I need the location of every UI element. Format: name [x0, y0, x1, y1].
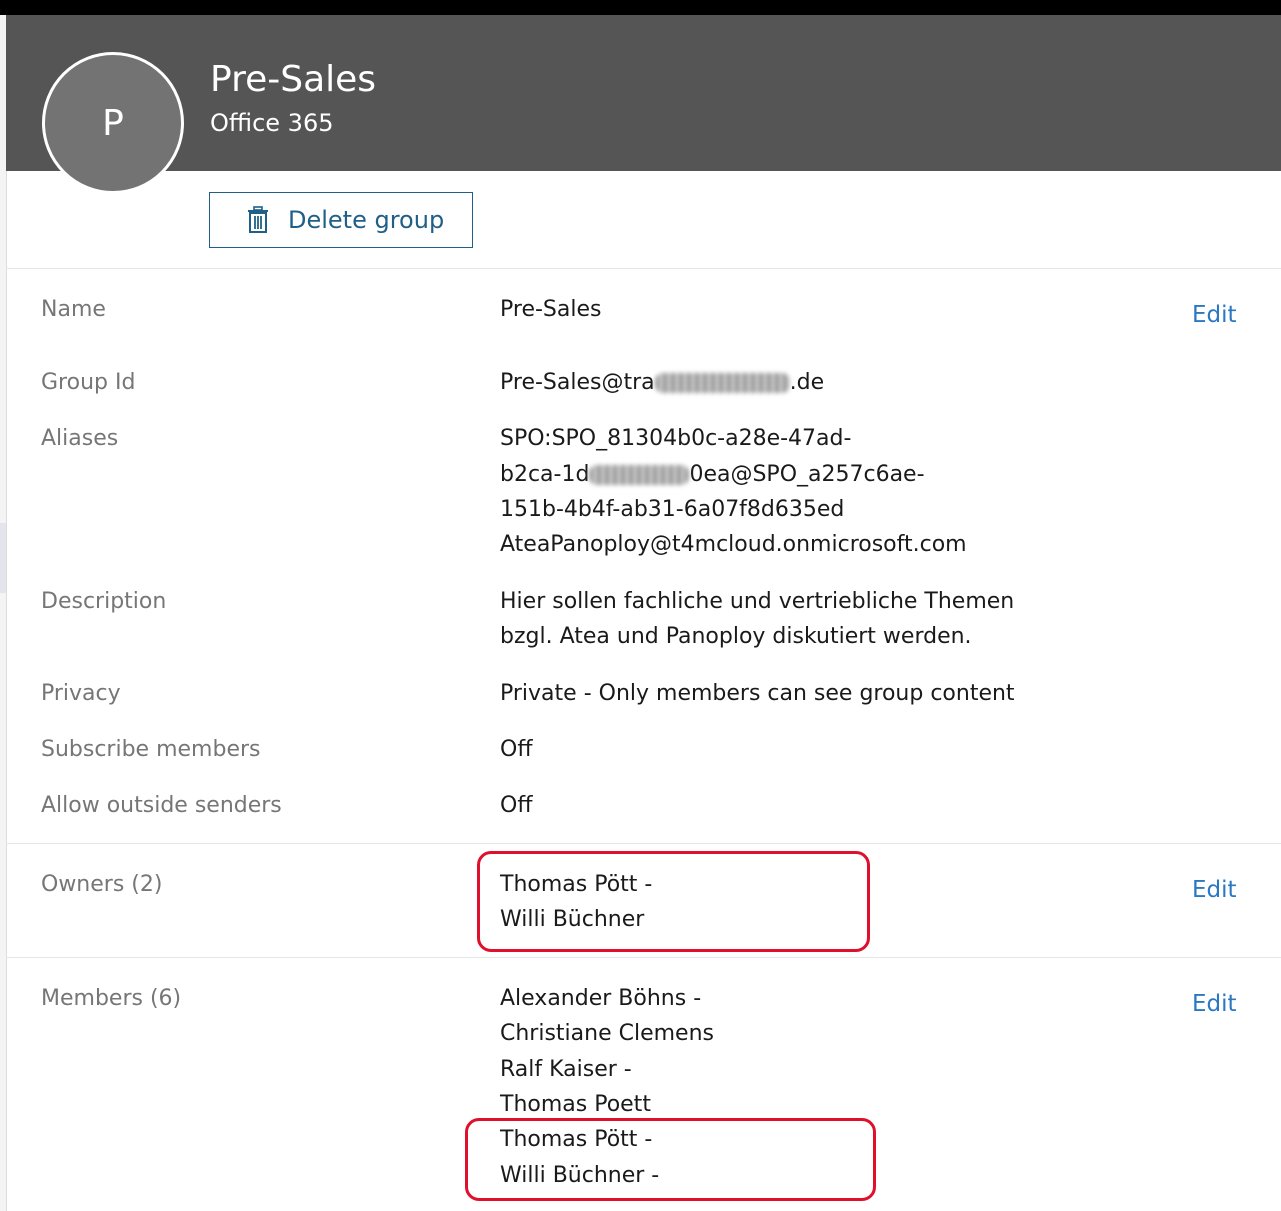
outside-senders-label: Allow outside senders	[41, 793, 282, 818]
member-item: Christiane Clemens	[500, 1021, 714, 1046]
edit-owners-link[interactable]: Edit	[1192, 874, 1237, 906]
redacted-blur	[654, 373, 790, 393]
left-pane-edge	[0, 15, 7, 1211]
aliases-line-2-prefix: b2ca-1d	[500, 462, 590, 487]
edit-members-link[interactable]: Edit	[1192, 988, 1237, 1020]
subscribe-members-label: Subscribe members	[41, 737, 261, 762]
divider-top	[6, 268, 1281, 269]
aliases-line-1: SPO:SPO_81304b0c-a28e-47ad-	[500, 426, 852, 451]
window-top-bar	[0, 0, 1281, 15]
group-type: Office 365	[210, 109, 334, 137]
outside-senders-value: Off	[500, 793, 533, 818]
member-item: Thomas Pött -	[500, 1127, 653, 1152]
owner-item: Thomas Pött -	[500, 872, 653, 897]
aliases-line-4: AteaPanoploy@t4mcloud.onmicrosoft.com	[500, 532, 967, 557]
group-title: Pre-Sales	[210, 59, 377, 100]
owner-item: Willi Büchner	[500, 907, 645, 932]
description-line-1: Hier sollen fachliche und vertriebliche …	[500, 589, 1015, 614]
aliases-label: Aliases	[41, 426, 119, 451]
groupid-label: Group Id	[41, 370, 136, 395]
left-pane-selection	[0, 523, 6, 593]
name-label: Name	[41, 297, 106, 322]
groupid-value: Pre-Sales@tra .de	[500, 365, 824, 400]
delete-group-label: Delete group	[288, 206, 445, 234]
privacy-value: Private - Only members can see group con…	[500, 681, 1015, 706]
description-label: Description	[41, 589, 167, 614]
member-item: Willi Büchner -	[500, 1163, 660, 1188]
edit-name-link[interactable]: Edit	[1192, 299, 1237, 331]
member-item: Alexander Böhns -	[500, 986, 702, 1011]
name-value: Pre-Sales	[500, 297, 602, 322]
groupid-prefix: Pre-Sales@tra	[500, 370, 655, 395]
redacted-blur	[589, 465, 690, 485]
avatar-initial: P	[102, 102, 124, 144]
trash-icon	[248, 206, 268, 233]
group-avatar: P	[42, 52, 184, 194]
divider-owners	[6, 843, 1281, 844]
subscribe-members-value: Off	[500, 737, 533, 762]
members-label: Members (6)	[41, 986, 182, 1011]
groupid-suffix: .de	[789, 370, 825, 395]
aliases-line-2: b2ca-1d 0ea@SPO_a257c6ae-	[500, 457, 925, 492]
member-item: Thomas Poett	[500, 1092, 651, 1117]
aliases-line-2-suffix: 0ea@SPO_a257c6ae-	[689, 462, 925, 487]
description-line-2: bzgl. Atea und Panoploy diskutiert werde…	[500, 624, 972, 649]
group-header: Pre-Sales Office 365	[6, 15, 1281, 171]
privacy-label: Privacy	[41, 681, 121, 706]
divider-members	[6, 957, 1281, 958]
owners-label: Owners (2)	[41, 872, 163, 897]
aliases-line-3: 151b-4b4f-ab31-6a07f8d635ed	[500, 497, 845, 522]
delete-group-button[interactable]: Delete group	[209, 192, 473, 248]
member-item: Ralf Kaiser -	[500, 1057, 632, 1082]
